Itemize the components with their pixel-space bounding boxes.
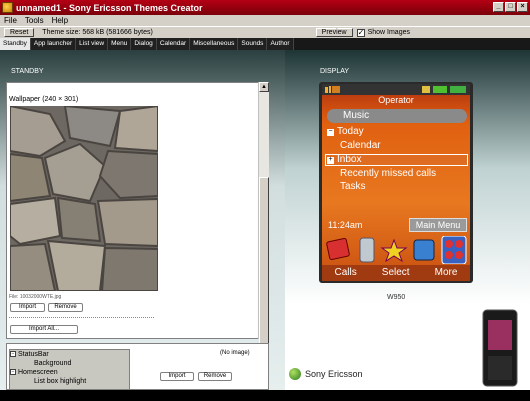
tab-dialog[interactable]: Dialog — [131, 38, 157, 50]
tab-list-view[interactable]: List view — [76, 38, 109, 50]
preview-button[interactable]: Preview — [315, 28, 353, 37]
tab-author[interactable]: Author — [267, 38, 294, 50]
recent-calls-item[interactable]: Recently missed calls — [340, 168, 436, 179]
tab-calendar[interactable]: Calendar — [156, 38, 191, 50]
standby-section-title: STANDBY — [11, 68, 44, 75]
brand-logo: Sony Ericsson — [289, 368, 363, 380]
title-bar: unnamed1 - Sony Ericsson Themes Creator … — [0, 0, 530, 15]
show-images-checkbox[interactable] — [356, 28, 365, 37]
music-item[interactable]: Music — [327, 109, 467, 123]
file-label: File: 10032000WTE.jpg — [9, 294, 62, 300]
tab-standby[interactable]: Standby — [0, 38, 31, 50]
inbox-item[interactable]: + Inbox — [327, 154, 361, 165]
menu-help[interactable]: Help — [48, 16, 72, 25]
status-bar — [322, 84, 470, 95]
minimize-button[interactable]: _ — [493, 2, 504, 12]
soft-key-right[interactable]: More — [435, 265, 458, 281]
remove-button[interactable]: Remove — [48, 303, 83, 312]
tree-item-background[interactable]: Background — [10, 359, 129, 368]
maximize-button[interactable]: □ — [505, 2, 516, 12]
toolbar: Reset Theme size: 568 kB (581666 bytes) … — [0, 26, 530, 38]
sony-ericsson-logo-icon — [289, 368, 301, 380]
plus-icon: + — [327, 156, 334, 164]
wallpaper-preview — [10, 106, 158, 291]
tab-bar: Standby App launcher List view Menu Dial… — [0, 38, 530, 50]
soft-key-bar: Calls Select More — [322, 265, 470, 281]
phone-thumbnail — [482, 309, 518, 387]
app-icon — [2, 2, 13, 13]
minus-icon: − — [327, 128, 334, 136]
calendar-item[interactable]: Calendar — [340, 140, 381, 151]
tree-item-homescreen[interactable]: − Homescreen — [10, 368, 129, 377]
tree-item-list-box-highlight[interactable]: List box highlight — [10, 377, 129, 386]
vertical-scrollbar[interactable]: ▲ — [258, 82, 269, 372]
clock: 11:24am — [328, 220, 363, 230]
tab-sounds[interactable]: Sounds — [238, 38, 268, 50]
collapse-icon[interactable]: − — [10, 351, 16, 358]
import-all-button[interactable]: Import All... — [10, 325, 78, 334]
remove-element-button[interactable]: Remove — [198, 372, 232, 381]
window-status-strip — [0, 390, 530, 401]
import-button[interactable]: Import — [10, 303, 45, 312]
shortcut-icons[interactable] — [326, 236, 468, 264]
tab-miscellaneous[interactable]: Miscellaneous — [190, 38, 239, 50]
separator — [9, 317, 154, 318]
import-element-button[interactable]: Import — [160, 372, 194, 381]
window-title: unnamed1 - Sony Ericsson Themes Creator — [16, 2, 203, 13]
operator-label: Operator — [378, 95, 414, 105]
soft-key-center[interactable]: Select — [382, 265, 410, 281]
tab-app-launcher[interactable]: App launcher — [30, 38, 77, 50]
soft-key-left[interactable]: Calls — [335, 265, 357, 281]
today-item[interactable]: − Today — [327, 126, 364, 137]
collapse-icon[interactable]: − — [10, 369, 16, 376]
wallpaper-label: Wallpaper (240 × 301) — [9, 96, 79, 103]
menu-file[interactable]: File — [0, 16, 21, 25]
reset-button[interactable]: Reset — [4, 28, 35, 37]
tab-menu[interactable]: Menu — [108, 38, 132, 50]
phone-screen: Operator Music − Today Calendar + Inbox Re… — [322, 84, 470, 281]
element-tree[interactable]: − StatusBar Background − Homescreen List b… — [9, 349, 130, 390]
tasks-item[interactable]: Tasks — [340, 181, 366, 192]
theme-size-label: Theme size: 568 kB (581666 bytes) — [42, 29, 153, 36]
tree-item-statusbar[interactable]: − StatusBar — [10, 350, 129, 359]
show-images-label: Show Images — [367, 29, 410, 36]
phone-model-label: W950 — [387, 294, 406, 301]
menu-bar: File Tools Help — [0, 15, 530, 26]
no-image-label: (No image) — [220, 350, 250, 356]
close-button[interactable]: × — [517, 2, 528, 12]
brand-name: Sony Ericsson — [305, 369, 363, 379]
scroll-up-arrow[interactable]: ▲ — [259, 82, 269, 92]
menu-tools[interactable]: Tools — [21, 16, 48, 25]
main-menu-button[interactable]: Main Menu — [409, 218, 467, 232]
display-section-title: DISPLAY — [320, 68, 350, 75]
